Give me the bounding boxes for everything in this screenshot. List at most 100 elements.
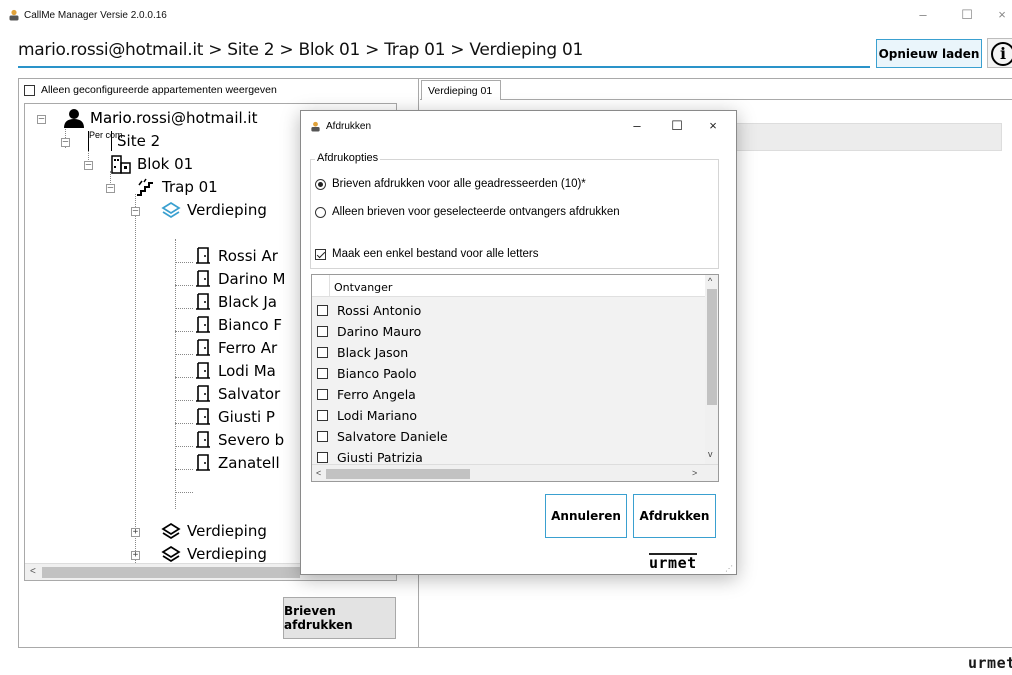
floor-icon <box>161 201 181 219</box>
radio-selected-recipients[interactable] <box>315 206 326 218</box>
callme-app-icon <box>9 9 19 21</box>
door-icon <box>196 362 210 379</box>
radio-all-recipients[interactable] <box>315 178 326 190</box>
intercom-icon: Per com <box>88 131 123 151</box>
recipient-checkbox[interactable] <box>317 368 328 379</box>
tree-site-label: Site 2 <box>117 132 161 150</box>
tree-item-apartment[interactable]: Lodi Ma <box>193 361 276 381</box>
scroll-up-arrow-icon[interactable]: ^ <box>708 276 712 286</box>
door-icon <box>196 339 210 356</box>
single-file-option[interactable]: Maak een enkel bestand voor alle letters <box>315 248 538 260</box>
tab-floor[interactable]: Verdieping 01 <box>421 80 501 100</box>
minimize-button[interactable]: – <box>908 6 938 24</box>
tree-scroll-thumb[interactable] <box>42 567 300 578</box>
option-all-recipients[interactable]: Brieven afdrukken voor alle geadresseerd… <box>315 178 586 190</box>
recipient-list-hscroll-thumb[interactable] <box>326 469 470 479</box>
configured-filter-label: Alleen geconfigureerde appartementen wee… <box>41 84 277 96</box>
info-icon: i <box>991 42 1012 66</box>
recipient-row[interactable]: Black Jason <box>312 342 705 363</box>
tree-apartment-label: Lodi Ma <box>218 362 276 380</box>
recipient-row[interactable]: Salvatore Daniele <box>312 426 705 447</box>
single-file-label: Maak een enkel bestand voor alle letters <box>332 248 539 260</box>
tree-apartment-label: Bianco F <box>218 316 282 334</box>
reload-button[interactable]: Opnieuw laden <box>876 39 982 68</box>
tree-item-floor[interactable]: Verdieping <box>160 544 267 564</box>
expander-floor-open[interactable]: – <box>131 207 140 216</box>
maximize-button[interactable]: ☐ <box>952 6 982 24</box>
door-icon <box>196 316 210 333</box>
recipient-row[interactable]: Lodi Mariano <box>312 405 705 426</box>
scroll-down-arrow-icon[interactable]: v <box>708 449 713 459</box>
scroll-right-arrow-icon[interactable]: > <box>692 468 697 478</box>
recipient-checkbox[interactable] <box>317 389 328 400</box>
column-header-recipient[interactable]: Ontvanger <box>334 281 392 294</box>
tree-apartment-label: Black Ja <box>218 293 277 311</box>
recipient-name: Giusti Patrizia <box>337 450 423 465</box>
recipient-name: Ferro Angela <box>337 387 416 402</box>
tree-item-floor-open[interactable]: Verdieping <box>160 200 267 220</box>
tree-item-block[interactable]: Blok 01 <box>110 154 193 174</box>
configured-filter[interactable]: Alleen geconfigureerde appartementen wee… <box>24 84 277 96</box>
resize-grip-icon[interactable]: ⋰ <box>725 564 733 573</box>
dialog-minimize-button[interactable]: – <box>625 117 649 135</box>
recipient-checkbox[interactable] <box>317 452 328 463</box>
tree-item-apartment[interactable]: Ferro Ar <box>193 338 277 358</box>
tree-item-apartment[interactable]: Zanatell <box>193 453 280 473</box>
expander-block[interactable]: – <box>84 161 93 170</box>
recipient-list-horizontal-scrollbar[interactable]: < > <box>312 464 718 481</box>
recipient-name: Salvatore Daniele <box>337 429 448 444</box>
tree-apartment-label: Salvator <box>218 385 281 403</box>
recipient-row[interactable]: Ferro Angela <box>312 384 705 405</box>
tree-item-stair[interactable]: Trap 01 <box>135 177 218 197</box>
recipient-list-header: Ontvanger <box>312 275 705 297</box>
dialog-close-button[interactable]: × <box>701 117 725 135</box>
tree-item-floor[interactable]: Verdieping <box>160 521 267 541</box>
tree-item-apartment[interactable]: Giusti P <box>193 407 275 427</box>
user-icon <box>64 109 84 128</box>
recipient-row[interactable]: Darino Mauro <box>312 321 705 342</box>
recipient-checkbox[interactable] <box>317 431 328 442</box>
cancel-button[interactable]: Annuleren <box>545 494 627 538</box>
tree-item-user[interactable]: Mario.rossi@hotmail.it Mario <box>63 108 257 128</box>
expander-floor-2[interactable]: + <box>131 528 140 537</box>
recipient-checkbox[interactable] <box>317 305 328 316</box>
floor-icon <box>161 522 181 540</box>
recipient-list-vertical-scrollbar[interactable]: ^ v <box>705 275 718 464</box>
breadcrumb-underline <box>18 66 870 68</box>
tree-item-apartment[interactable]: Severo b <box>193 430 284 450</box>
print-button[interactable]: Afdrukken <box>633 494 716 538</box>
recipient-name: Black Jason <box>337 345 409 360</box>
tree-item-apartment[interactable]: Salvator <box>193 384 280 404</box>
scroll-left-arrow-icon[interactable]: < <box>316 468 321 478</box>
expander-user[interactable]: – <box>37 115 46 124</box>
recipient-checkbox[interactable] <box>317 410 328 421</box>
recipient-checkbox[interactable] <box>317 347 328 358</box>
tree-apartment-label: Zanatell <box>218 454 280 472</box>
tree-item-apartment[interactable]: Darino M <box>193 269 285 289</box>
recipient-checkbox[interactable] <box>317 326 328 337</box>
tree-item-apartment[interactable]: Bianco F <box>193 315 282 335</box>
option-selected-recipients[interactable]: Alleen brieven voor geselecteerde ontvan… <box>315 206 620 218</box>
tree-item-apartment[interactable]: Black Ja <box>193 292 277 312</box>
option-selected-label: Alleen brieven voor geselecteerde ontvan… <box>332 206 620 218</box>
expander-floor-3[interactable]: + <box>131 551 140 560</box>
tree-stair-label: Trap 01 <box>162 178 218 196</box>
expander-site[interactable]: – <box>61 138 70 147</box>
tree-floor-label: Verdieping <box>187 545 267 563</box>
print-letters-button[interactable]: Brieven afdrukken <box>283 597 396 639</box>
single-file-checkbox[interactable] <box>315 248 326 260</box>
info-button[interactable]: i <box>987 38 1012 68</box>
dialog-maximize-button[interactable]: ☐ <box>665 117 689 135</box>
recipient-row[interactable]: Bianco Paolo <box>312 363 705 384</box>
configured-filter-checkbox[interactable] <box>24 84 35 96</box>
print-dialog: Afdrukken – ☐ × Afdrukopties Brieven afd… <box>300 110 737 575</box>
tree-item-site[interactable]: Per com Site 2 <box>88 131 160 151</box>
recipient-row[interactable]: Rossi Antonio <box>312 300 705 321</box>
recipient-list-scroll-thumb[interactable] <box>707 289 717 405</box>
expander-stair[interactable]: – <box>106 184 115 193</box>
close-window-button[interactable]: × <box>992 6 1012 24</box>
tree-item-apartment[interactable]: Rossi Ar <box>193 246 278 266</box>
scroll-left-arrow-icon[interactable]: < <box>30 566 36 577</box>
option-all-label: Brieven afdrukken voor alle geadresseerd… <box>332 178 586 190</box>
recipient-list: Ontvanger Rossi Antonio Darino Mauro Bla… <box>311 274 719 482</box>
